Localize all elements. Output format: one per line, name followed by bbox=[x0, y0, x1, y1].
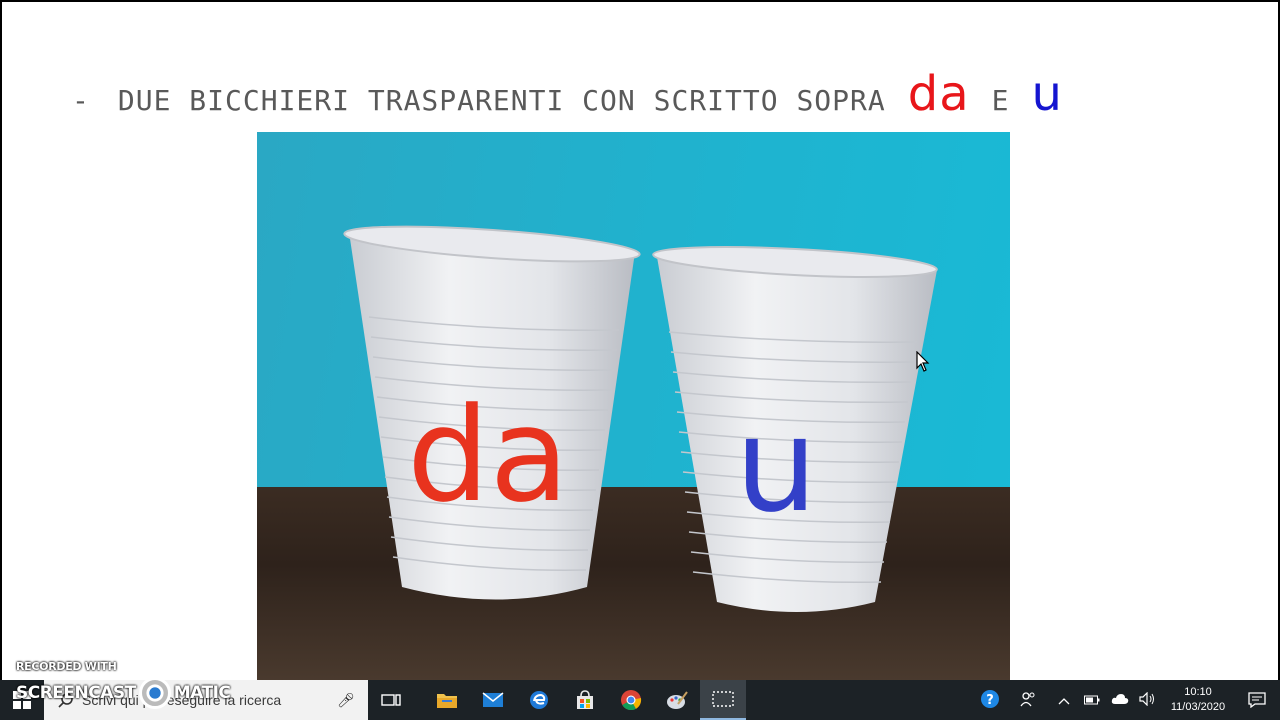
cup-left: da bbox=[343, 225, 641, 600]
bullet-dash: - bbox=[72, 84, 90, 117]
slide-bullet: - DUE BICCHIERI TRASPARENTI CON SCRITTO … bbox=[72, 66, 1063, 122]
svg-text:?: ? bbox=[986, 693, 994, 708]
action-center-icon[interactable] bbox=[1234, 692, 1280, 708]
clock-time: 10:10 bbox=[1184, 686, 1212, 698]
battery-icon[interactable] bbox=[1078, 693, 1106, 708]
mail-icon[interactable] bbox=[470, 680, 516, 720]
cup-right: u bbox=[652, 246, 938, 612]
taskbar-clock[interactable]: 10:10 11/03/2020 bbox=[1162, 685, 1234, 715]
help-icon[interactable]: ? bbox=[976, 689, 1004, 712]
edge-icon[interactable] bbox=[516, 680, 562, 720]
screencast-lens-icon bbox=[138, 677, 171, 709]
microphone-icon[interactable]: 🎤︎ bbox=[332, 692, 360, 709]
store-icon[interactable] bbox=[562, 680, 608, 720]
mouse-cursor-icon bbox=[916, 351, 930, 372]
screen-recorder-icon[interactable] bbox=[700, 680, 746, 720]
cups-illustration: da u bbox=[343, 225, 938, 612]
cups-photo: da u bbox=[257, 132, 1010, 682]
show-hidden-icons-chevron-icon[interactable] bbox=[1050, 693, 1078, 708]
word-u: u bbox=[1031, 66, 1063, 122]
file-explorer-icon[interactable] bbox=[424, 680, 470, 720]
watermark-screencast: SCREENCAST bbox=[16, 683, 136, 703]
cup-left-label: da bbox=[407, 379, 569, 531]
chrome-icon[interactable] bbox=[608, 680, 654, 720]
watermark-line1: RECORDED WITH bbox=[16, 660, 117, 673]
clock-date: 11/03/2020 bbox=[1170, 701, 1226, 713]
people-icon[interactable] bbox=[1014, 691, 1042, 710]
screencast-watermark: RECORDED WITH SCREENCAST MATIC bbox=[16, 660, 231, 709]
paint-icon[interactable] bbox=[654, 680, 700, 720]
word-da: da bbox=[907, 66, 970, 122]
task-view-icon[interactable] bbox=[368, 680, 414, 720]
connector-word: E bbox=[991, 84, 1010, 117]
onedrive-cloud-icon[interactable] bbox=[1106, 693, 1134, 708]
presentation-slide: - DUE BICCHIERI TRASPARENTI CON SCRITTO … bbox=[2, 2, 1278, 682]
bullet-text: DUE BICCHIERI TRASPARENTI CON SCRITTO SO… bbox=[117, 84, 886, 117]
watermark-matic: MATIC bbox=[173, 683, 231, 703]
system-tray: ? 10:10 11/03/2020 bbox=[976, 680, 1280, 720]
volume-icon[interactable] bbox=[1134, 691, 1162, 709]
cup-right-label: u bbox=[735, 389, 817, 541]
